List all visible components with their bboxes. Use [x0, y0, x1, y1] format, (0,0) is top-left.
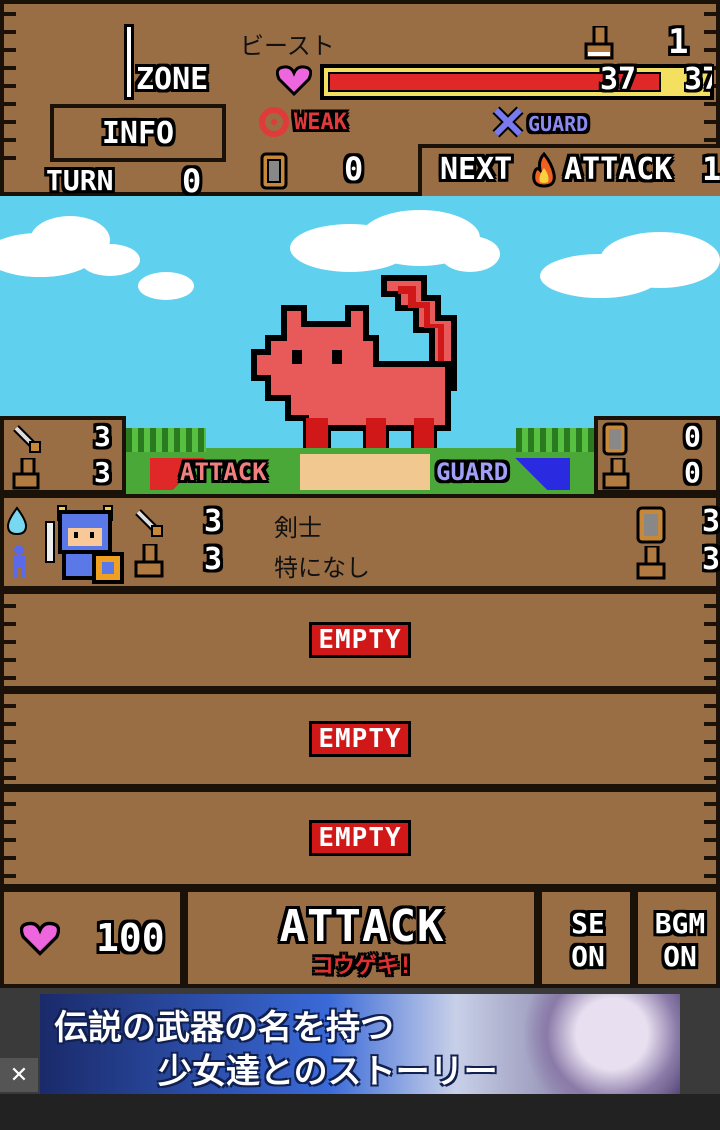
zone-bar [124, 24, 134, 100]
weak-icon [258, 106, 290, 138]
bottom-strip [0, 1094, 720, 1130]
se-label: SE [571, 907, 605, 940]
divider [534, 892, 542, 988]
bgm-label: BGM [654, 907, 706, 940]
zone-number: 1 [116, 20, 117, 21]
ad-banner[interactable]: 伝説の武器の名を持つ 少女達とのストーリー [40, 994, 680, 1094]
party-member-row[interactable]: 3 3 剣士 特になし 3 3 [0, 494, 720, 590]
boot-icon [12, 458, 40, 490]
enemy-beast [248, 268, 468, 468]
divider [180, 892, 188, 988]
fire-icon [530, 151, 558, 188]
ruler-left [4, 604, 16, 694]
battle-scene: ATTACK GUARD 3 3 0 0 [0, 196, 720, 494]
next-action: ATTACK [564, 152, 673, 187]
cloud [540, 226, 720, 306]
battle-attack-label: ATTACK [180, 458, 267, 486]
ruler-left [4, 704, 16, 794]
sword-icon [135, 509, 163, 537]
shield-count: 0 [344, 150, 364, 188]
right-shield-value: 0 [684, 420, 701, 453]
zone-label: ZONE [136, 62, 209, 97]
ruler-left [4, 12, 16, 174]
member-mov: 3 [702, 542, 720, 577]
grass-right [516, 428, 596, 452]
member-def: 3 [702, 504, 720, 539]
ruler-right [704, 704, 716, 794]
enemy-name: ビースト [240, 32, 335, 60]
heart-icon [275, 64, 313, 97]
member-atk: 3 [204, 504, 223, 539]
party-slot-2[interactable]: EMPTY [0, 590, 720, 690]
attack-button-sub: コウゲキ! [311, 953, 413, 979]
next-value: 1 [702, 150, 720, 188]
boot-icon [584, 24, 614, 60]
bgm-state: ON [663, 940, 697, 973]
boot-icon [636, 546, 666, 580]
battle-guard-label: GUARD [436, 458, 509, 486]
cloud [136, 266, 196, 302]
enemy-stat-box: 0 0 [594, 416, 720, 494]
cloud [0, 210, 140, 280]
hp-max: 37 [684, 62, 712, 97]
ruler-right [704, 604, 716, 694]
ruler-left [4, 802, 16, 892]
turn-value: 0 [182, 162, 202, 200]
ad-text-line2: 少女達とのストーリー [158, 1052, 498, 1092]
se-state: ON [571, 940, 605, 973]
weak-label: WEAK [294, 110, 347, 135]
left-boot-value: 3 [94, 456, 111, 489]
next-label: NEXT [440, 152, 513, 187]
player-stat-box: 3 3 [0, 416, 126, 494]
person-icon [13, 545, 25, 578]
turn-label: TURN [46, 164, 114, 197]
shield-icon [260, 152, 288, 190]
member-spd: 3 [204, 542, 223, 577]
water-drop-icon [6, 506, 28, 536]
divider [630, 892, 638, 988]
se-toggle[interactable]: SE ON [546, 898, 630, 982]
header-panel: 1 ZONE INFO TURN 0 ビースト 1 37 37 WEAK GUA… [0, 0, 720, 200]
heart-icon [20, 921, 60, 956]
life-value: 100 [96, 916, 165, 960]
bgm-toggle[interactable]: BGM ON [640, 898, 720, 982]
attack-button[interactable]: ATTACK コウゲキ! [196, 896, 528, 984]
boot-icon [134, 544, 164, 578]
empty-slot-label: EMPTY [309, 622, 411, 658]
shield-icon [602, 422, 628, 456]
shield-icon [636, 506, 666, 544]
info-label: INFO [101, 115, 175, 151]
attack-button-label: ATTACK [279, 900, 445, 952]
ruler-right [704, 802, 716, 892]
sword-icon [13, 425, 41, 453]
ad-text-line1: 伝説の武器の名を持つ [54, 1008, 394, 1048]
hp-current: 37 [600, 62, 637, 97]
close-icon: ✕ [9, 1062, 29, 1088]
right-boot-value: 0 [684, 456, 701, 489]
info-button[interactable]: INFO [50, 104, 226, 162]
dirt-path [300, 454, 430, 490]
member-job: 剣士 [274, 514, 322, 542]
empty-slot-label: EMPTY [309, 721, 411, 757]
boot-value: 1 [668, 22, 689, 62]
left-sword-value: 3 [94, 420, 111, 453]
ad-close-button[interactable]: ✕ [0, 1058, 38, 1092]
footer-panel: 100 ATTACK コウゲキ! SE ON BGM ON [0, 888, 720, 988]
party-slot-3[interactable]: EMPTY [0, 690, 720, 788]
boot-icon [602, 458, 630, 490]
party-slot-4[interactable]: EMPTY [0, 788, 720, 888]
guard-label: GUARD [528, 112, 589, 136]
knight-avatar [45, 505, 124, 584]
ad-character [510, 994, 680, 1094]
grass-left [126, 428, 206, 452]
hp-bar [320, 64, 714, 100]
member-skill: 特になし [274, 554, 370, 582]
guard-icon [492, 106, 524, 138]
empty-slot-label: EMPTY [309, 820, 411, 856]
